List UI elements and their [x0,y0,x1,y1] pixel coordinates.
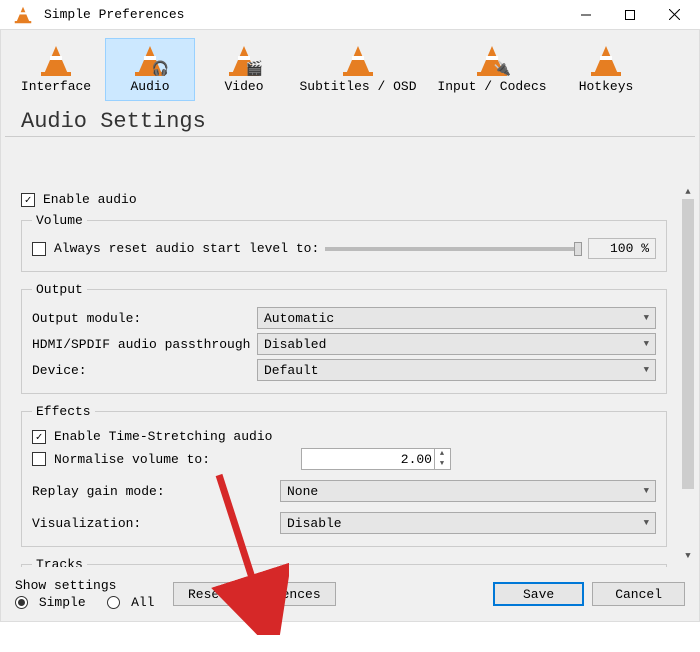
enable-audio-checkbox[interactable]: ✓ [21,193,35,207]
vertical-scrollbar[interactable]: ▲ ▼ [681,185,695,563]
show-settings-simple-label: Simple [39,595,86,610]
device-value: Default [264,363,319,378]
tracks-legend: Tracks [32,557,87,567]
effects-group: Effects ✓ Enable Time-Stretching audio N… [21,404,667,547]
device-label: Device: [32,363,257,378]
output-legend: Output [32,282,87,297]
volume-legend: Volume [32,213,87,228]
chevron-down-icon: ▼ [644,339,649,349]
scroll-up-icon[interactable]: ▲ [681,185,695,199]
replay-gain-select[interactable]: None ▼ [280,480,656,502]
category-subtitles[interactable]: Subtitles / OSD [293,38,423,101]
replay-gain-label: Replay gain mode: [32,484,280,499]
passthrough-value: Disabled [264,337,326,352]
category-label: Interface [14,79,98,94]
scrollbar-thumb[interactable] [682,199,694,489]
show-settings-label: Show settings [15,578,165,593]
chevron-down-icon: ▼ [644,313,649,323]
category-label: Hotkeys [564,79,648,94]
output-module-value: Automatic [264,311,334,326]
show-settings-all-radio[interactable] [107,596,120,609]
visualization-value: Disable [287,516,342,531]
output-module-select[interactable]: Automatic ▼ [257,307,656,329]
tracks-group: Tracks Preferred audio language: [21,557,667,567]
chevron-down-icon: ▼ [644,486,649,496]
start-volume-percent: 100 % [588,238,656,259]
category-hotkeys[interactable]: Hotkeys [561,38,651,101]
output-group: Output Output module: Automatic ▼ HDMI/S… [21,282,667,394]
cancel-label: Cancel [615,587,662,602]
minimize-button[interactable] [564,1,608,29]
reset-volume-checkbox[interactable] [32,242,46,256]
enable-audio-label: Enable audio [43,192,137,207]
normalise-value-spinner[interactable]: 2.00 ▲▼ [301,448,451,470]
normalise-value: 2.00 [401,452,432,467]
show-settings-simple-radio[interactable] [15,596,28,609]
window-title: Simple Preferences [44,7,564,22]
maximize-button[interactable] [608,1,652,29]
passthrough-label: HDMI/SPDIF audio passthrough [32,337,257,352]
reset-volume-label: Always reset audio start level to: [54,241,319,256]
start-volume-slider[interactable] [325,247,582,251]
clapper-icon: 🎬 [246,61,263,78]
category-label: Input / Codecs [430,79,554,94]
reset-preferences-label: Reset Preferences [188,587,321,602]
chevron-down-icon: ▼ [644,518,649,528]
category-label: Subtitles / OSD [296,79,420,94]
category-audio[interactable]: 🎧 Audio [105,38,195,101]
spinner-down-icon[interactable]: ▼ [434,459,449,469]
save-button[interactable]: Save [493,582,584,606]
visualization-label: Visualization: [32,516,280,531]
headphones-icon: 🎧 [152,61,169,78]
page-title: Audio Settings [5,101,695,137]
scroll-down-icon[interactable]: ▼ [681,549,695,563]
timestretch-checkbox[interactable]: ✓ [32,430,46,444]
category-input-codecs[interactable]: 🔌 Input / Codecs [427,38,557,101]
close-button[interactable] [652,1,696,29]
settings-scroll-area: ✓ Enable audio Volume Always reset audio… [5,180,679,567]
normalise-label: Normalise volume to: [54,452,271,467]
chevron-down-icon: ▼ [644,365,649,375]
app-icon [8,0,38,30]
titlebar: Simple Preferences [0,0,700,30]
show-settings-all-label: All [131,595,154,610]
slider-thumb[interactable] [574,242,582,256]
category-label: Video [202,79,286,94]
plug-icon: 🔌 [494,61,511,78]
normalise-checkbox[interactable] [32,452,46,466]
visualization-select[interactable]: Disable ▼ [280,512,656,534]
volume-group: Volume Always reset audio start level to… [21,213,667,272]
save-label: Save [523,587,554,602]
timestretch-label: Enable Time-Stretching audio [54,429,272,444]
category-interface[interactable]: Interface [11,38,101,101]
show-settings-group: Show settings Simple All [15,578,165,610]
spinner-up-icon[interactable]: ▲ [434,449,449,459]
output-module-label: Output module: [32,311,257,326]
replay-gain-value: None [287,484,318,499]
device-select[interactable]: Default ▼ [257,359,656,381]
category-bar: Interface 🎧 Audio 🎬 Video Subtitles / OS… [1,30,699,101]
window-controls [564,1,696,29]
reset-preferences-button[interactable]: Reset Preferences [173,582,336,606]
cancel-button[interactable]: Cancel [592,582,685,606]
effects-legend: Effects [32,404,95,419]
footer: Show settings Simple All Reset Preferenc… [5,571,695,617]
category-label: Audio [108,79,192,94]
category-video[interactable]: 🎬 Video [199,38,289,101]
passthrough-select[interactable]: Disabled ▼ [257,333,656,355]
